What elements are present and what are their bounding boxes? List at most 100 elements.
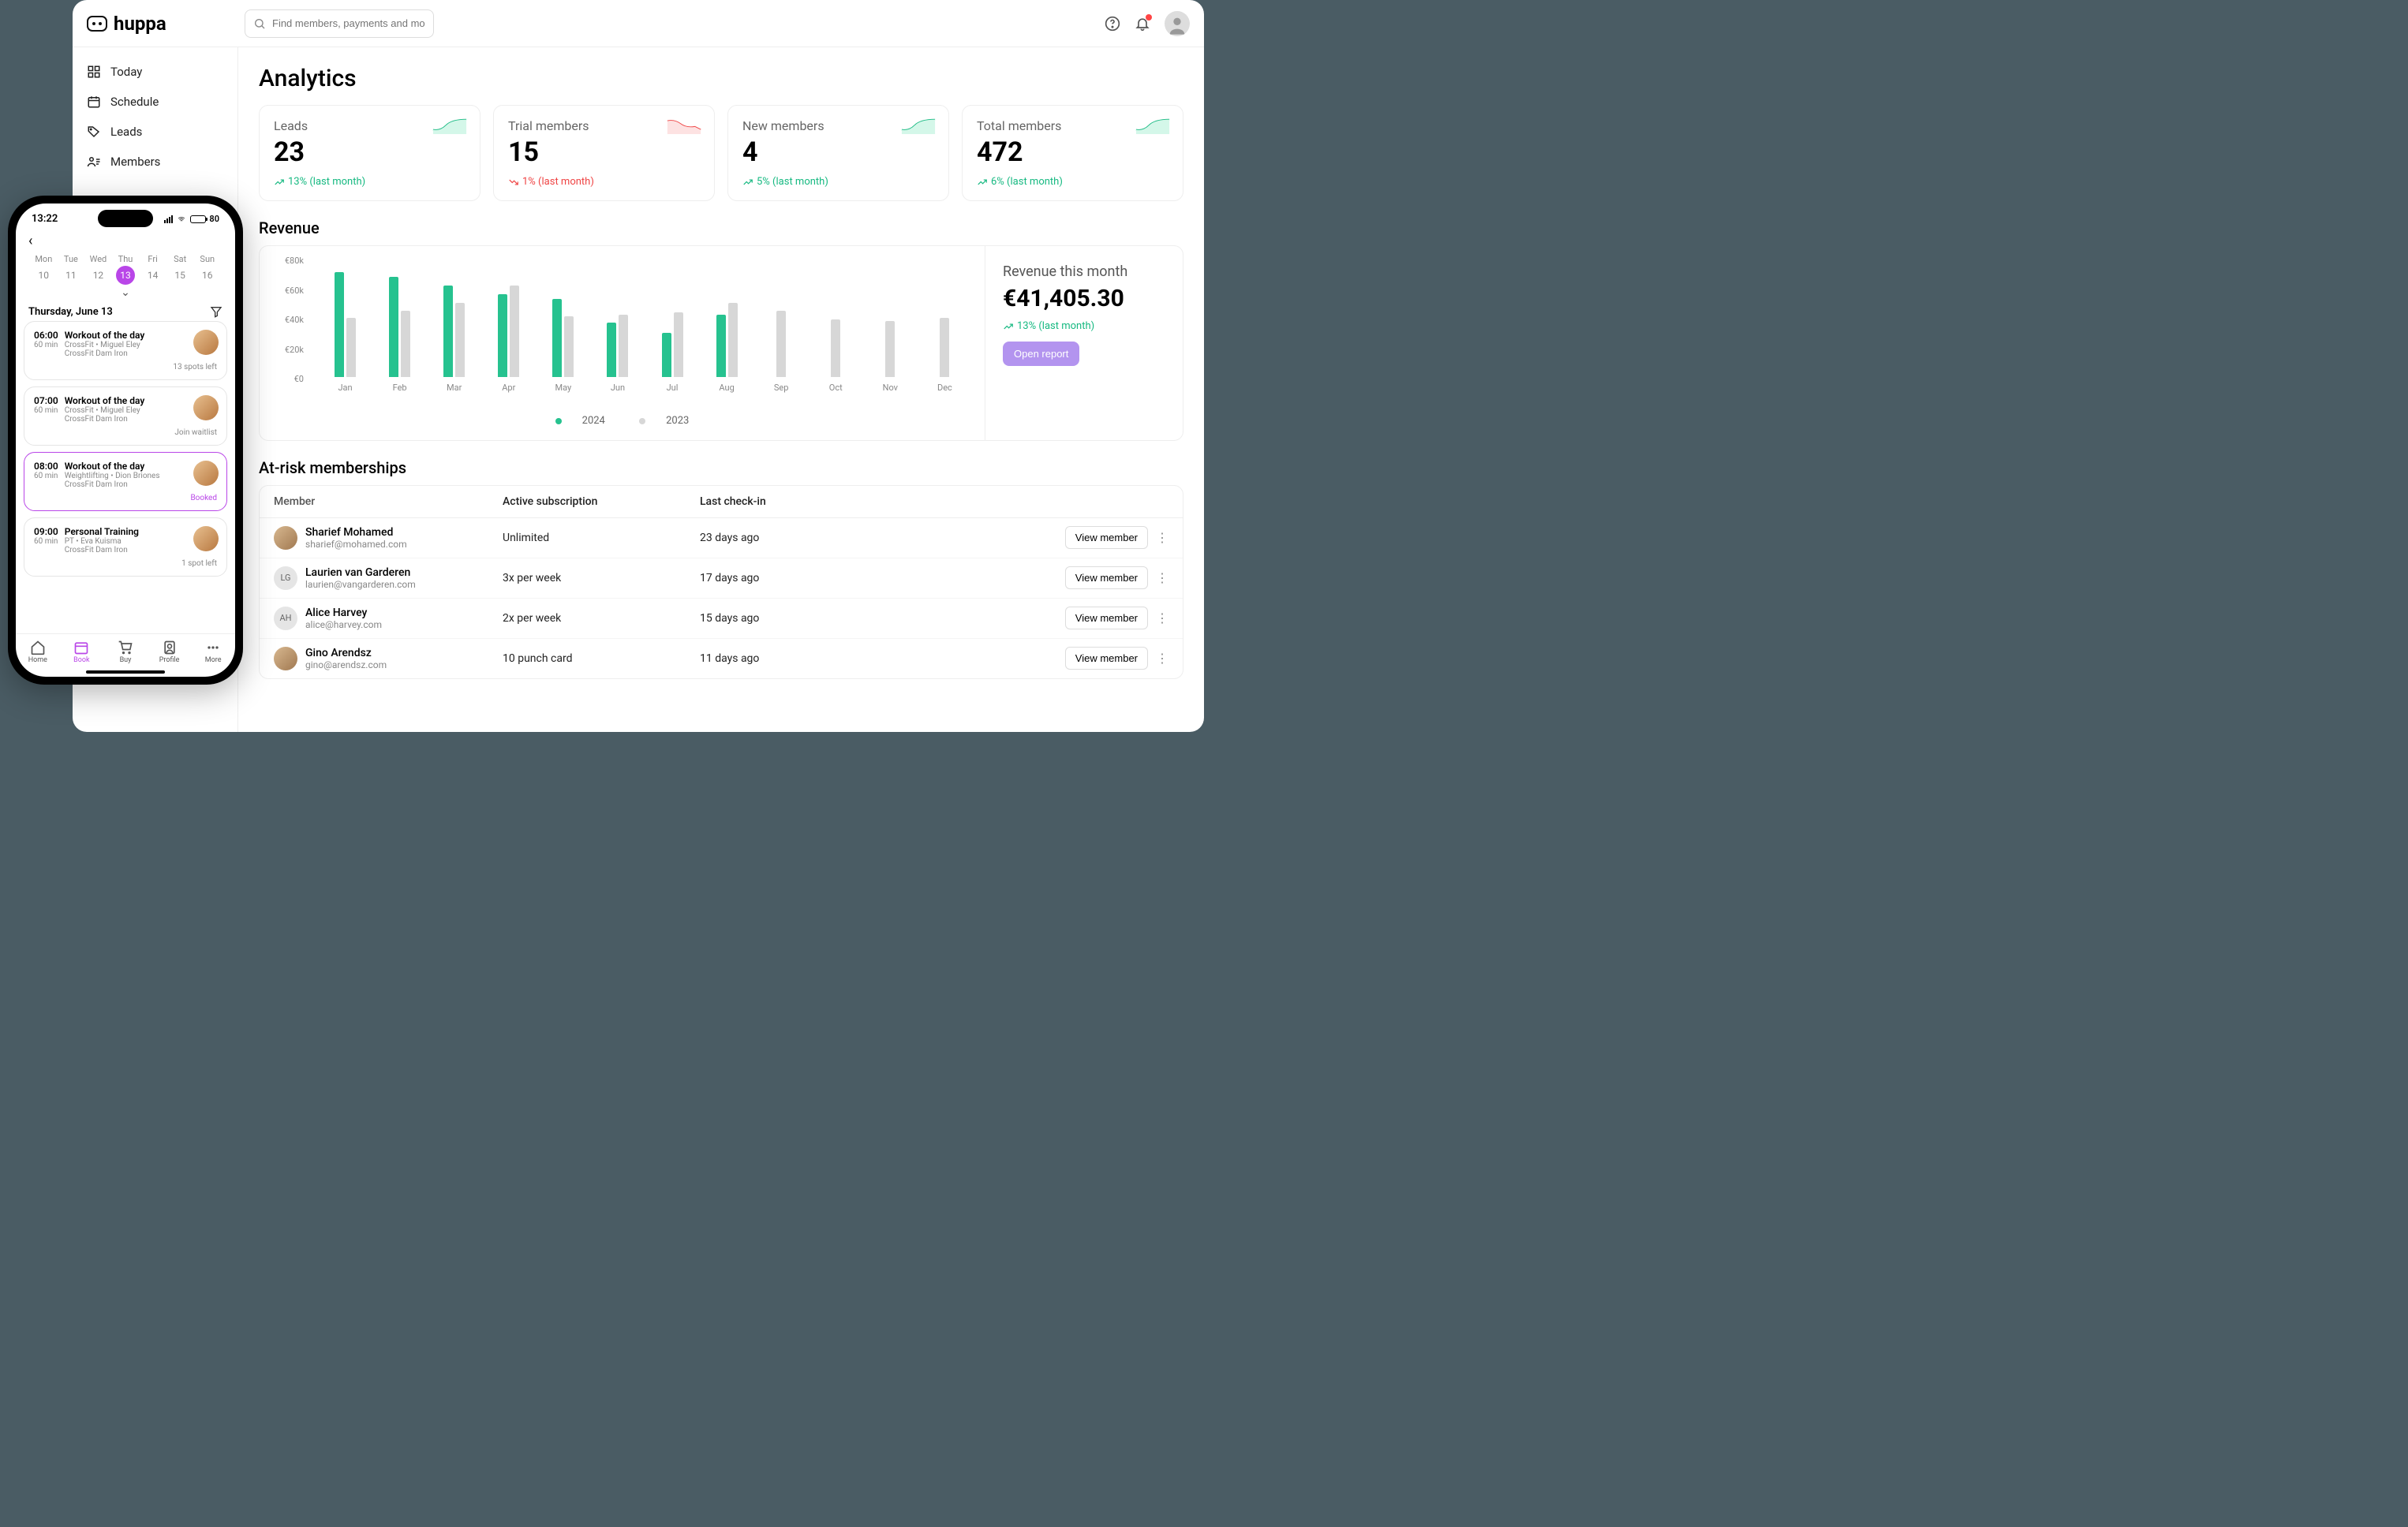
class-card[interactable]: 06:00 60 min Workout of the day CrossFit… (24, 321, 227, 380)
subscription: 10 punch card (503, 652, 700, 665)
view-member-button[interactable]: View member (1065, 647, 1148, 670)
bar-2023 (674, 312, 683, 378)
subscription: 3x per week (503, 572, 700, 584)
nav-members[interactable]: Members (73, 147, 237, 177)
class-card[interactable]: 08:00 60 min Workout of the day Weightli… (24, 452, 227, 511)
filter-icon[interactable] (210, 305, 222, 318)
class-card[interactable]: 07:00 60 min Workout of the day CrossFit… (24, 386, 227, 446)
trend-up-icon (742, 177, 753, 188)
class-card[interactable]: 09:00 60 min Personal Training PT • Eva … (24, 517, 227, 577)
tab-label: Buy (103, 656, 148, 664)
subscription: Unlimited (503, 532, 700, 544)
ytick: €0 (272, 374, 304, 384)
tab-buy[interactable]: Buy (103, 639, 148, 664)
class-duration: 60 min (34, 537, 58, 546)
search-icon (253, 17, 266, 30)
member-name: Sharief Mohamed (305, 526, 407, 539)
day-picker-item[interactable]: Thu 13 (112, 254, 140, 285)
nav-label: Schedule (110, 95, 159, 109)
search-input[interactable] (245, 9, 434, 38)
day-of-week: Wed (84, 254, 112, 264)
day-picker-item[interactable]: Fri 14 (139, 254, 166, 285)
more-icon[interactable]: ⋮ (1156, 570, 1168, 585)
revenue-label: Revenue this month (1003, 263, 1165, 280)
book-icon (60, 639, 104, 656)
topbar-actions (1105, 11, 1190, 36)
open-report-button[interactable]: Open report (1003, 342, 1079, 366)
month-label: Dec (937, 383, 952, 393)
day-picker-item[interactable]: Sun 16 (193, 254, 221, 285)
view-member-button[interactable]: View member (1065, 526, 1148, 549)
day-picker-item[interactable]: Mon 10 (30, 254, 58, 285)
bar-2023 (885, 321, 895, 377)
nav-leads[interactable]: Leads (73, 117, 237, 147)
tab-more[interactable]: More (191, 639, 235, 664)
stat-card[interactable]: Leads 23 13% (last month) (259, 105, 480, 201)
bar-2024 (716, 315, 726, 377)
back-button[interactable]: ‹ (28, 233, 222, 249)
bar-2023 (510, 286, 519, 377)
day-picker-item[interactable]: Sat 15 (166, 254, 194, 285)
day-of-week: Sun (193, 254, 221, 264)
trend-up-icon (274, 177, 285, 188)
classes-list[interactable]: 06:00 60 min Workout of the day CrossFit… (16, 321, 235, 633)
class-duration: 60 min (34, 406, 58, 415)
view-member-button[interactable]: View member (1065, 566, 1148, 589)
member-avatar (274, 526, 297, 550)
class-meta: Weightlifting • Dion Briones (65, 472, 160, 480)
stat-card[interactable]: Total members 472 6% (last month) (962, 105, 1183, 201)
view-member-button[interactable]: View member (1065, 607, 1148, 629)
profile-icon (148, 639, 192, 656)
user-avatar[interactable] (1165, 11, 1190, 36)
class-time: 07:00 (34, 395, 58, 406)
day-of-week: Thu (112, 254, 140, 264)
tag-icon (87, 125, 101, 139)
sparkline-icon (431, 117, 469, 134)
ytick: €40k (272, 315, 304, 325)
class-duration: 60 min (34, 472, 58, 480)
month-group: Nov (863, 259, 918, 377)
nav-schedule[interactable]: Schedule (73, 87, 237, 117)
tab-profile[interactable]: Profile (148, 639, 192, 664)
nav-today[interactable]: Today (73, 57, 237, 87)
month-label: Mar (447, 383, 462, 393)
day-picker-item[interactable]: Tue 11 (58, 254, 85, 285)
day-of-week: Sat (166, 254, 194, 264)
bar-2024 (335, 272, 344, 377)
more-icon[interactable]: ⋮ (1156, 651, 1168, 666)
day-number: 13 (116, 266, 135, 285)
table-row: LG Laurien van Garderen laurien@vangarde… (260, 558, 1183, 599)
class-title: Workout of the day (65, 395, 145, 406)
battery-icon (190, 215, 206, 223)
tab-home[interactable]: Home (16, 639, 60, 664)
day-number: 16 (198, 266, 217, 285)
chevron-down-icon[interactable]: ⌄ (28, 286, 222, 299)
bar-2024 (662, 333, 671, 377)
day-title: Thursday, June 13 (28, 306, 113, 318)
legend-label: 2023 (666, 415, 689, 427)
notifications-icon[interactable] (1135, 16, 1150, 32)
brand-logo[interactable]: huppa (87, 13, 245, 35)
stat-trend: 1% (last month) (508, 176, 700, 188)
class-meta: PT • Eva Kuisma (65, 537, 139, 546)
stat-card[interactable]: Trial members 15 1% (last month) (493, 105, 715, 201)
search-field[interactable] (272, 17, 425, 29)
more-icon[interactable]: ⋮ (1156, 610, 1168, 625)
stat-cards: Leads 23 13% (last month) Trial members … (259, 105, 1183, 201)
signal-icon (164, 215, 173, 223)
stat-card[interactable]: New members 4 5% (last month) (727, 105, 949, 201)
day-picker-item[interactable]: Wed 12 (84, 254, 112, 285)
class-status: 13 spots left (34, 363, 217, 371)
bar-2023 (619, 315, 628, 377)
tab-book[interactable]: Book (60, 639, 104, 664)
month-label: Sep (774, 383, 789, 393)
ytick: €20k (272, 345, 304, 355)
col-header-checkin: Last check-in (700, 495, 1058, 508)
revenue-trend: 13% (last month) (1003, 320, 1165, 332)
more-icon[interactable]: ⋮ (1156, 530, 1168, 545)
class-status: Booked (34, 494, 217, 502)
tab-label: More (191, 656, 235, 664)
help-icon[interactable] (1105, 16, 1120, 32)
month-group: May (536, 259, 590, 377)
sparkline-icon (1134, 117, 1172, 134)
